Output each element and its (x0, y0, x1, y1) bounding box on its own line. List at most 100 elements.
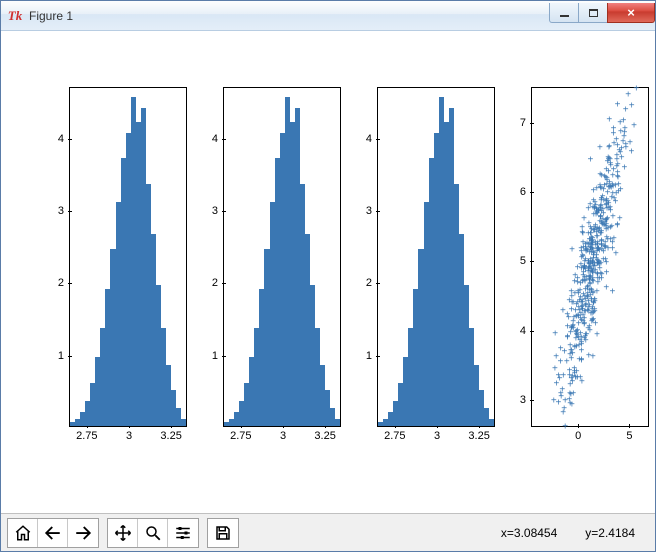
y-tick: 7 (520, 117, 526, 129)
scatter-point: + (620, 139, 627, 146)
app-window: Tk Figure 1 × 12342.7533.2512342.7533.25… (0, 0, 656, 552)
y-tick: 2 (58, 277, 64, 289)
minimize-icon (560, 15, 569, 17)
maximize-button[interactable] (578, 3, 608, 23)
y-tick: 1 (212, 350, 218, 362)
y-tick-mark (376, 283, 380, 284)
status-x: x=3.08454 (501, 526, 557, 540)
y-tick: 4 (520, 325, 526, 337)
x-tick: 3.25 (468, 430, 489, 442)
scatter-point: + (589, 290, 596, 297)
scatter-point: + (610, 130, 617, 137)
scatter-point: + (586, 323, 593, 330)
zoom-icon (144, 524, 162, 542)
scatter-point: + (610, 236, 617, 243)
scatter-point: + (613, 152, 620, 159)
scatter-point: + (589, 258, 596, 265)
scatter-point: + (578, 358, 585, 365)
close-button[interactable]: × (607, 3, 655, 23)
scatter-point: + (602, 219, 609, 226)
y-tick: 3 (366, 205, 372, 217)
sliders-icon (174, 524, 192, 542)
minimize-button[interactable] (549, 3, 579, 23)
save-button[interactable] (208, 519, 238, 547)
scatter-point: + (594, 332, 601, 339)
scatter-point: + (607, 208, 614, 215)
back-button[interactable] (38, 519, 68, 547)
forward-button[interactable] (68, 519, 98, 547)
hist-bar (181, 419, 186, 426)
x-tick: 3 (126, 430, 132, 442)
scatter-point: + (570, 299, 577, 306)
y-tick-mark (376, 356, 380, 357)
scatter-point: + (570, 391, 577, 398)
pan-icon (114, 524, 132, 542)
scatter-point: + (583, 247, 590, 254)
y-axis: 1234 (348, 88, 376, 426)
y-tick: 4 (212, 133, 218, 145)
x-tick: 3.25 (160, 430, 181, 442)
scatter-point: + (564, 334, 571, 341)
x-tick: 2.75 (230, 430, 251, 442)
scatter-point: + (614, 162, 621, 169)
scatter-point: + (571, 279, 578, 286)
home-icon (14, 524, 32, 542)
y-tick-mark (376, 139, 380, 140)
scatter-point: + (621, 164, 628, 171)
scatter-point: + (560, 373, 567, 380)
y-tick-mark (68, 211, 72, 212)
y-tick-mark (376, 211, 380, 212)
scatter-point: + (625, 92, 632, 99)
x-tick: 2.75 (384, 430, 405, 442)
y-tick-mark (530, 400, 534, 401)
scatter-point: + (560, 410, 567, 417)
scatter-point: + (631, 123, 638, 130)
scatter-point: + (568, 324, 575, 331)
scatter-point: + (553, 354, 560, 361)
subplot-0: 12342.7533.25 (69, 87, 187, 427)
y-tick: 4 (58, 133, 64, 145)
titlebar[interactable]: Tk Figure 1 × (1, 1, 655, 31)
home-button[interactable] (8, 519, 38, 547)
x-axis: 2.7533.25 (70, 428, 186, 446)
scatter-point: + (609, 289, 616, 296)
y-tick-mark (222, 139, 226, 140)
scatter-point: + (622, 107, 629, 114)
save-icon (214, 524, 232, 542)
window-controls: × (550, 3, 655, 23)
x-tick-mark (578, 424, 579, 428)
y-tick: 3 (58, 205, 64, 217)
scatter-point: + (590, 212, 597, 219)
y-tick-mark (530, 331, 534, 332)
zoom-button[interactable] (138, 519, 168, 547)
subplot-3: 3456705+++++++++++++++++++++++++++++++++… (531, 87, 649, 427)
scatter-point: + (596, 145, 603, 152)
hist-bar (489, 419, 494, 426)
scatter-point: + (562, 423, 569, 430)
x-axis: 2.7533.25 (378, 428, 494, 446)
scatter-point: + (581, 264, 588, 271)
y-tick-mark (222, 211, 226, 212)
status-readout: x=3.08454 y=2.4184 (501, 526, 649, 540)
figure-canvas[interactable]: 12342.7533.2512342.7533.2512342.7533.253… (1, 31, 655, 513)
scatter-point: + (593, 185, 600, 192)
y-tick: 1 (366, 350, 372, 362)
scatter-point: + (586, 274, 593, 281)
y-tick: 1 (58, 350, 64, 362)
subplot-2: 12342.7533.25 (377, 87, 495, 427)
x-axis: 2.7533.25 (224, 428, 340, 446)
status-y: y=2.4184 (585, 526, 635, 540)
scatter-point: + (628, 103, 635, 110)
x-tick: 0 (575, 430, 581, 442)
y-tick-mark (530, 123, 534, 124)
plot-grid: 12342.7533.2512342.7533.2512342.7533.253… (39, 87, 641, 467)
y-tick: 5 (520, 255, 526, 267)
y-tick-mark (530, 192, 534, 193)
scatter-point: + (598, 239, 605, 246)
scatter-point: + (569, 247, 576, 254)
scatter-point: + (568, 348, 575, 355)
configure-button[interactable] (168, 519, 198, 547)
y-tick: 3 (520, 394, 526, 406)
pan-button[interactable] (108, 519, 138, 547)
forward-icon (74, 524, 92, 542)
